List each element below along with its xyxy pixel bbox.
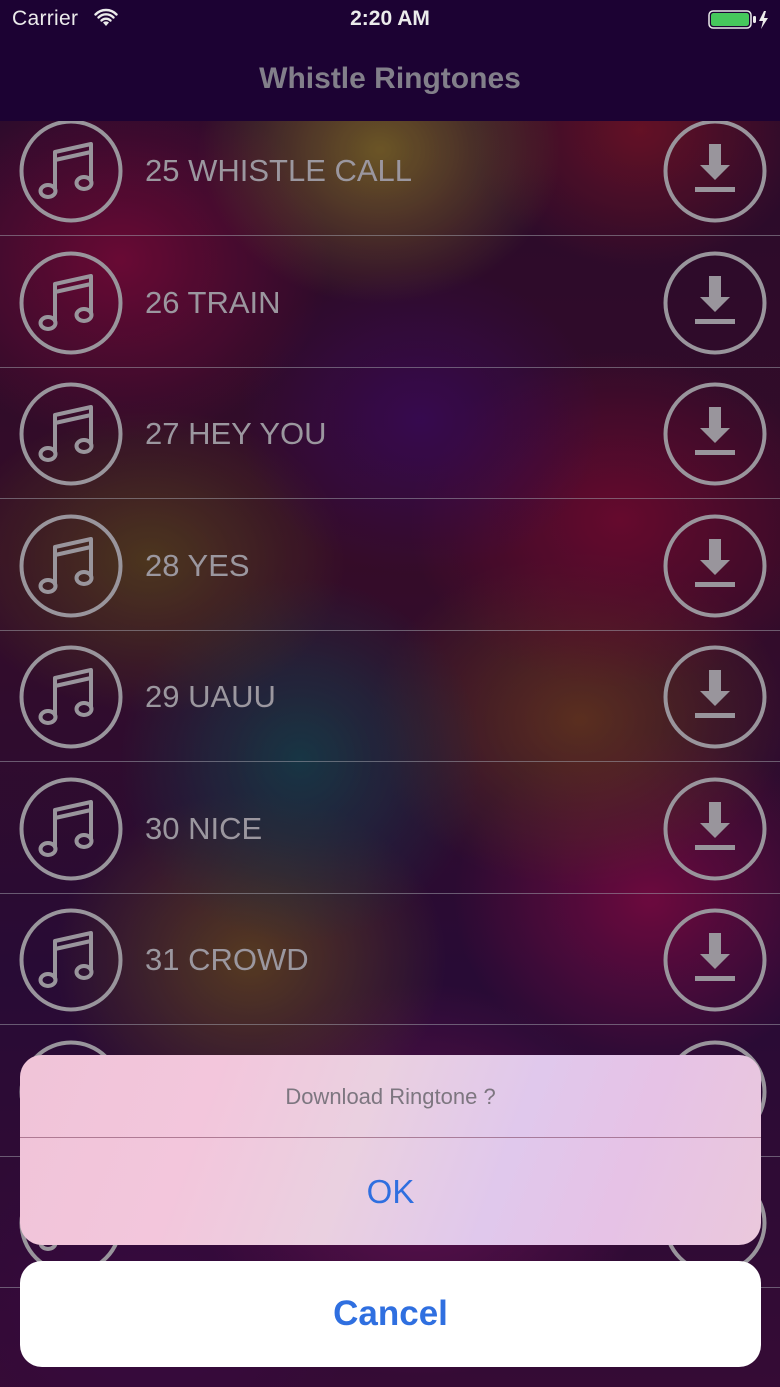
screen: Carrier 2:20 AM Whistle Ringtones 25 WHI… [0, 0, 780, 1387]
cancel-button[interactable]: Cancel [20, 1261, 761, 1367]
action-sheet-title: Download Ringtone ? [285, 1084, 496, 1109]
ok-button[interactable]: OK [20, 1138, 761, 1245]
action-sheet: Download Ringtone ? OK [20, 1055, 761, 1245]
cancel-button-label: Cancel [333, 1294, 448, 1333]
